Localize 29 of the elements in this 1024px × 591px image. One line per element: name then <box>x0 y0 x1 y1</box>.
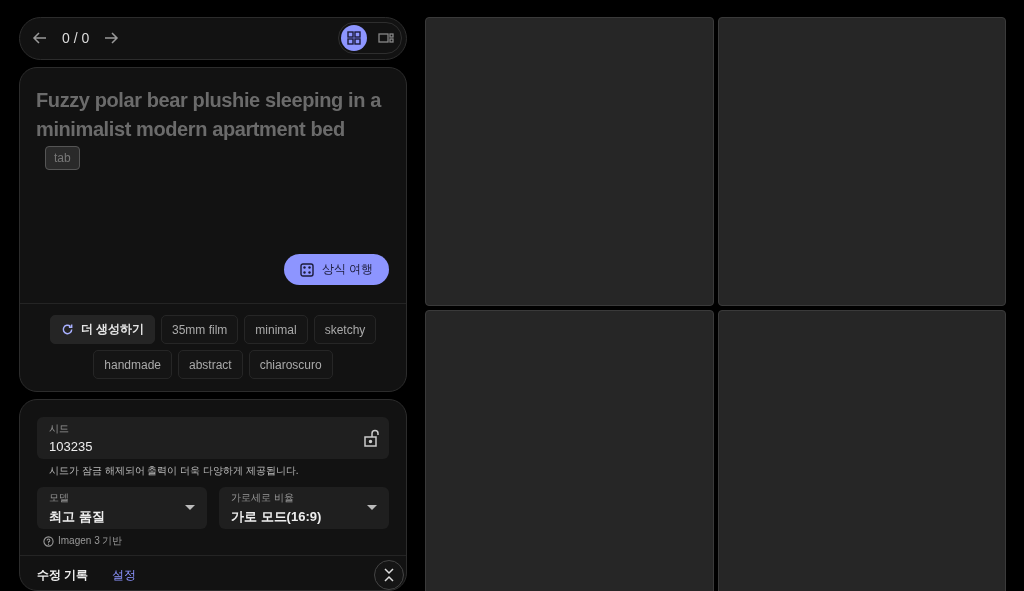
random-prompt-button[interactable]: 상식 여행 <box>283 254 389 285</box>
unlocked-padlock-icon[interactable] <box>363 429 379 447</box>
style-chip[interactable]: minimal <box>244 315 308 344</box>
seed-note: 시드가 잠금 해제되어 출력이 더욱 다양하게 제공됩니다. <box>48 464 300 478</box>
tab[interactable]: 수정 기록 <box>37 562 89 588</box>
dropdown-caret-icon <box>367 505 377 511</box>
generate-more-button[interactable]: 더 생성하기 <box>49 315 155 344</box>
collapse-icon <box>383 567 395 583</box>
model-note: Imagen 3 기반 <box>58 534 123 548</box>
style-chip[interactable]: abstract <box>178 350 243 379</box>
collapse-button[interactable] <box>374 560 404 590</box>
refresh-icon <box>60 323 74 336</box>
key-hint: tab <box>45 145 80 170</box>
dropdown[interactable]: 모델 최고 품질 <box>37 487 207 529</box>
dice-icon <box>299 262 314 277</box>
image-counter: 0 / 0 <box>62 30 90 47</box>
seed-field[interactable]: 시드 103235 <box>37 417 389 459</box>
style-chip[interactable]: chiaroscuro <box>248 350 333 379</box>
help-icon[interactable] <box>43 535 54 547</box>
layout-icon <box>378 31 394 46</box>
prompt-text[interactable]: Fuzzy polar bear plushie sleeping in a minimalist modern apartment bed <box>36 85 389 144</box>
dropdown[interactable]: 가로세로 비율 가로 모드(16:9) <box>219 487 389 529</box>
grid-view-button[interactable] <box>341 25 367 52</box>
tab[interactable]: 설정 <box>112 562 137 588</box>
style-chip[interactable]: handmade <box>93 350 172 379</box>
style-chip[interactable]: 35mm film <box>161 315 239 344</box>
dropdown-caret-icon <box>185 505 195 511</box>
grid-icon <box>347 31 361 46</box>
style-chip[interactable]: sketchy <box>313 315 377 344</box>
